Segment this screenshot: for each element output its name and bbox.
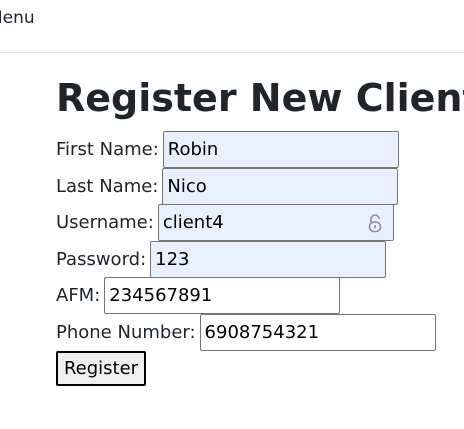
username-value: client4 <box>162 212 224 233</box>
password-label: Password: <box>56 249 147 270</box>
username-input[interactable]: client4 <box>157 204 394 241</box>
first-name-value: Robin <box>167 139 219 160</box>
first-name-input[interactable]: Robin <box>162 131 399 168</box>
register-button[interactable]: Register <box>56 351 146 386</box>
afm-input[interactable]: 234567891 <box>104 277 341 314</box>
password-value: 123 <box>155 249 190 270</box>
phone-row: Phone Number: 6908754321 <box>56 314 436 351</box>
username-row: Username: client4 <box>56 204 394 241</box>
afm-label: AFM: <box>56 285 101 306</box>
phone-input[interactable]: 6908754321 <box>199 314 436 351</box>
phone-value: 6908754321 <box>204 322 320 343</box>
top-navbar: Menu <box>0 0 464 53</box>
last-name-row: Last Name: Nico <box>56 168 399 205</box>
password-input[interactable]: 123 <box>150 241 387 278</box>
last-name-value: Nico <box>167 176 207 197</box>
last-name-input[interactable]: Nico <box>162 168 399 205</box>
last-name-label: Last Name: <box>56 176 159 197</box>
password-row: Password: 123 <box>56 241 387 278</box>
nav-menu-link[interactable]: Menu <box>0 8 35 28</box>
username-label: Username: <box>56 212 154 233</box>
first-name-label: First Name: <box>56 139 159 160</box>
page-title: Register New Client <box>56 76 464 120</box>
phone-label: Phone Number: <box>56 322 196 343</box>
afm-value: 234567891 <box>109 285 213 306</box>
first-name-row: First Name: Robin <box>56 131 399 168</box>
lock-open-icon[interactable] <box>367 213 383 233</box>
afm-row: AFM: 234567891 <box>56 277 341 314</box>
